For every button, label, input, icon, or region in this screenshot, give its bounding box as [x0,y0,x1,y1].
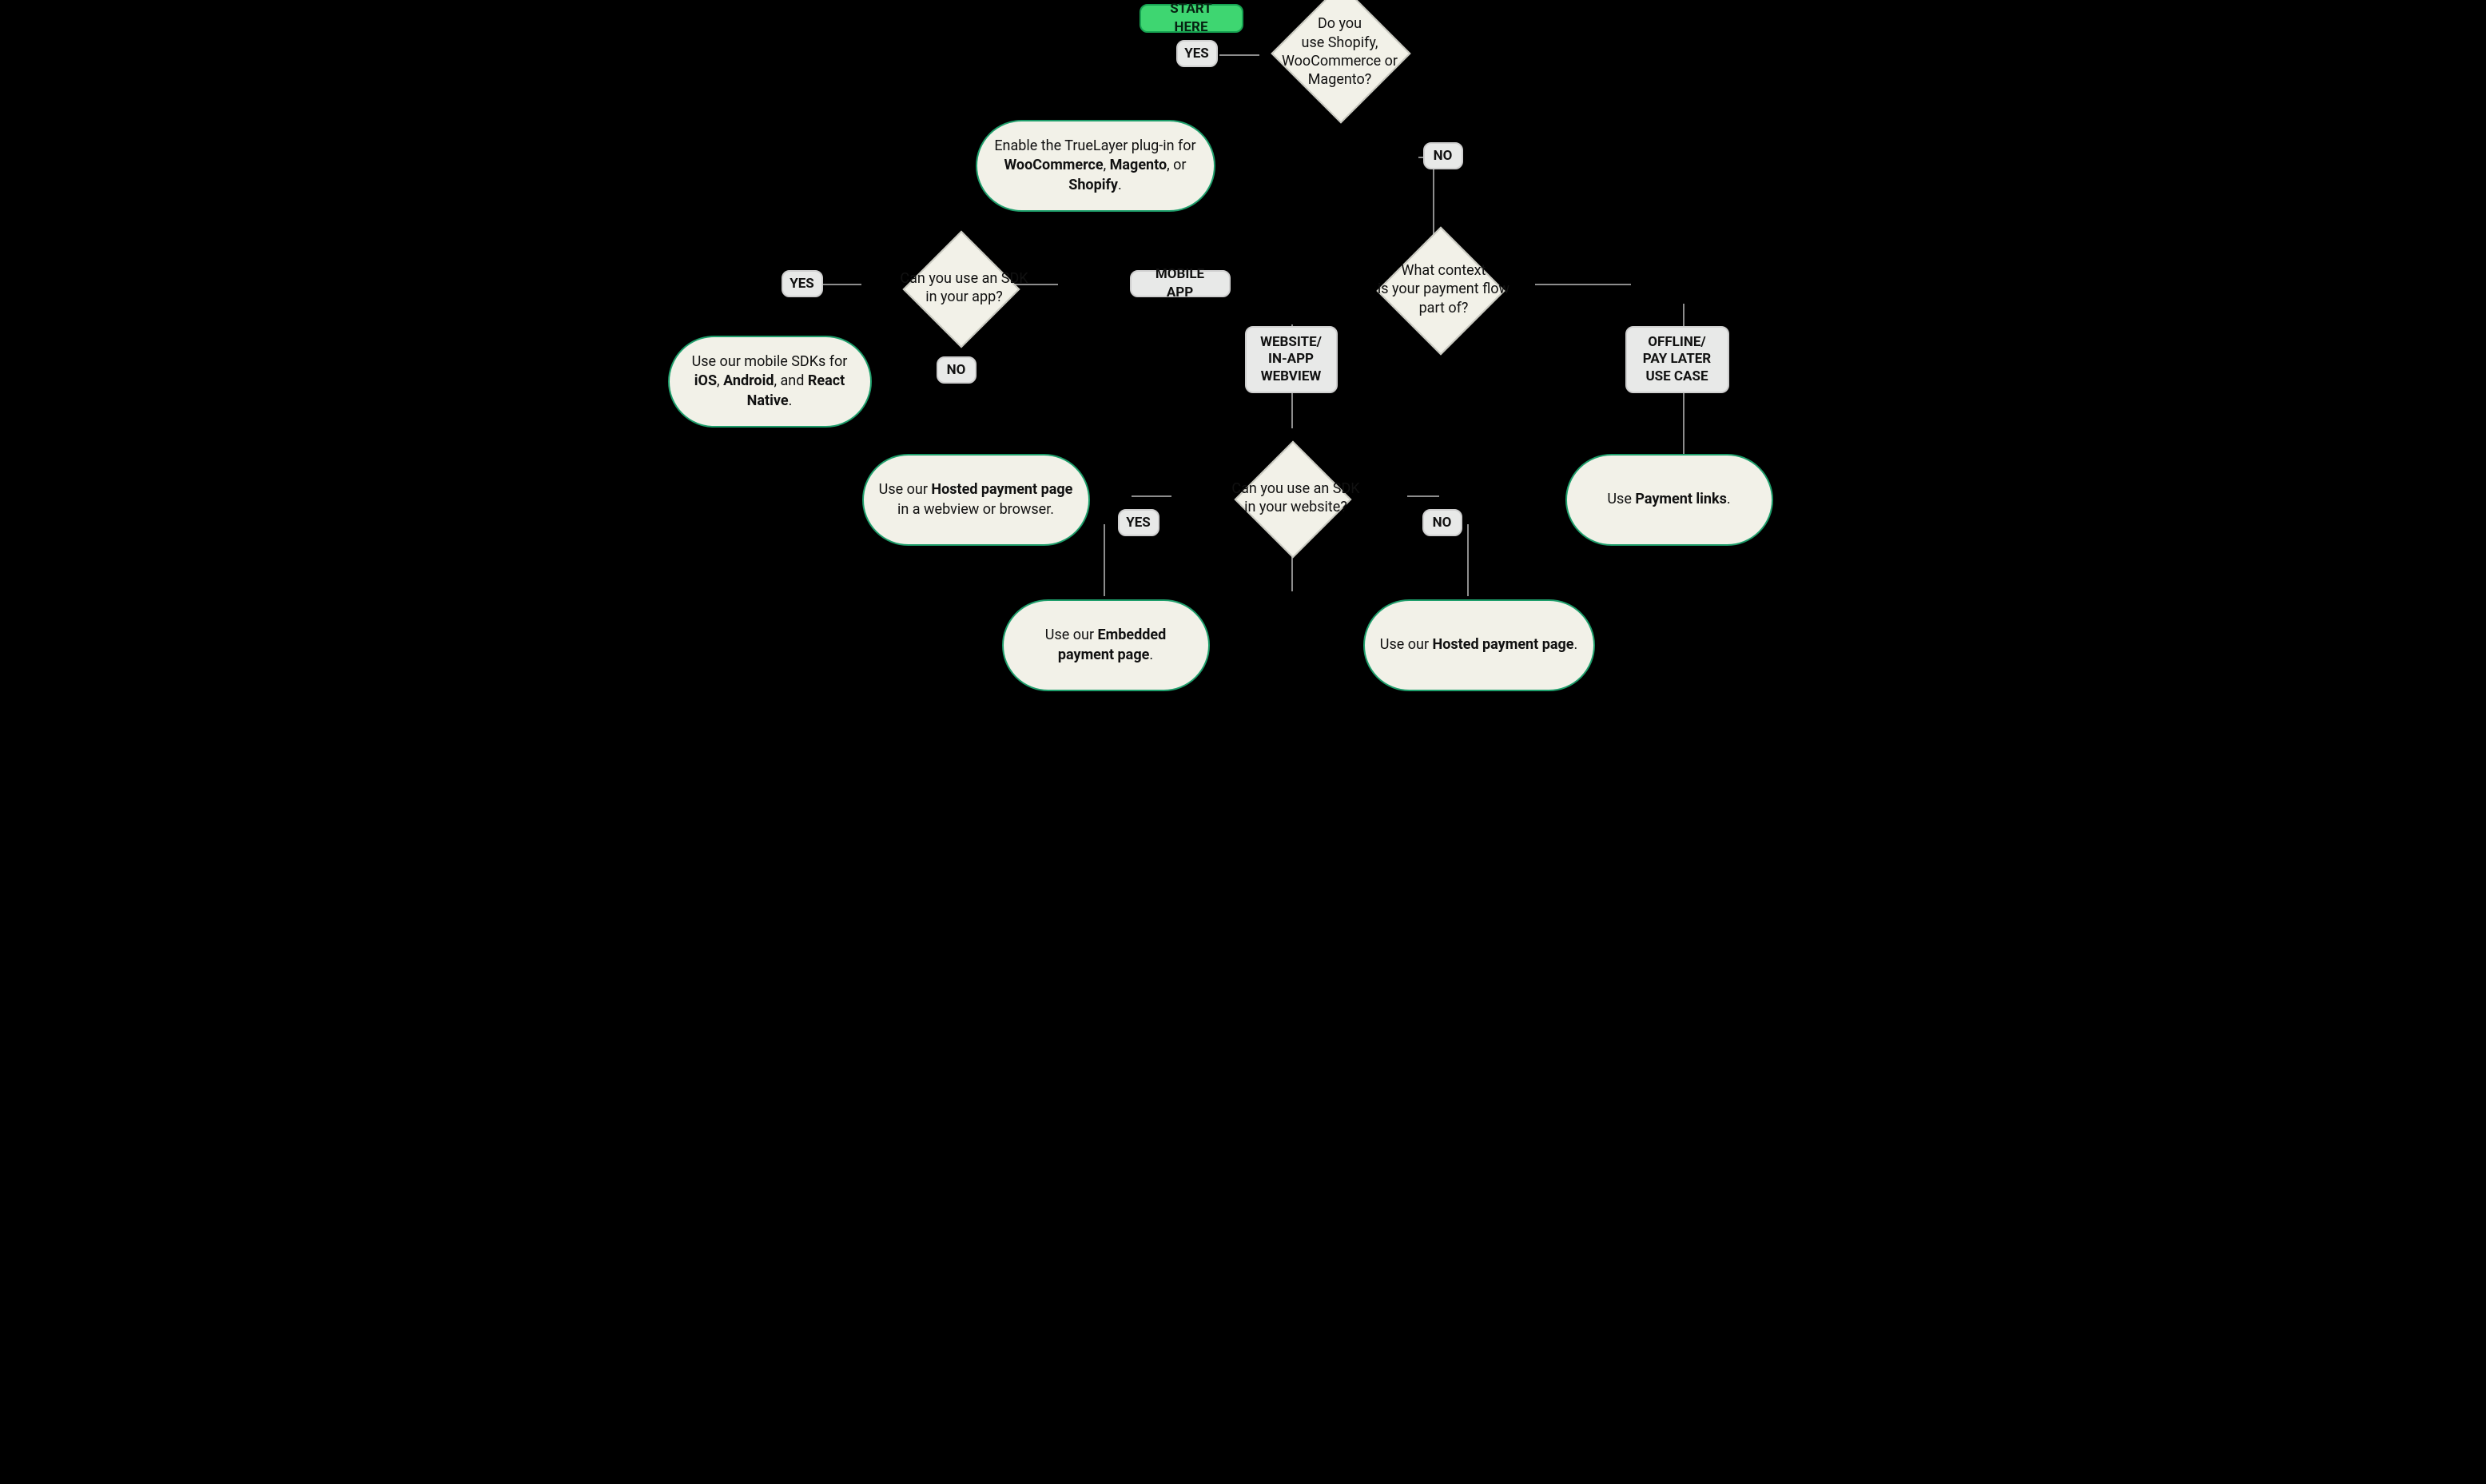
result-plugin: Enable the TrueLayer plug-in for WooComm… [976,120,1215,212]
answer-no-sdkweb: NO [1422,509,1462,536]
answer-website-webview: WEBSITE/ IN-APP WEBVIEW [1245,326,1338,393]
result-hpp-webview: Use our Hosted payment page in a webview… [862,454,1090,546]
result-embedded-text: Use our Embedded payment page. [1018,626,1194,665]
answer-mobile-app: MOBILE APP [1130,270,1231,297]
decision-sdk-web: Can you use an SDK in your website? [1183,446,1399,550]
answer-yes-shopify: YES [1176,40,1218,67]
result-embedded: Use our Embedded payment page. [1002,599,1210,691]
decision-shopify: Do you use Shopify, WooCommerce or Magen… [1251,0,1419,116]
result-hpp: Use our Hosted payment page. [1363,599,1595,691]
answer-yes-sdkapp: YES [782,270,823,297]
answer-offline: OFFLINE/ PAY LATER USE CASE [1625,326,1729,393]
result-plugin-text: Enable the TrueLayer plug-in for WooComm… [992,137,1199,195]
answer-no-shopify: NO [1423,142,1463,169]
answer-no-sdkapp: NO [937,356,977,384]
result-hpp-text: Use our Hosted payment page. [1380,635,1577,654]
result-payment-links: Use Payment links. [1565,454,1773,546]
decision-context: What context is your payment flow part o… [1327,233,1551,345]
decision-sdk-app: Can you use an SDK in your app? [856,236,1064,340]
result-payment-links-text: Use Payment links. [1607,490,1730,509]
start-here-pill: START HERE [1140,4,1243,33]
result-hpp-webview-text: Use our Hosted payment page in a webview… [878,480,1074,519]
result-mobile-sdk: Use our mobile SDKs for iOS, Android, an… [668,336,872,428]
start-label: START HERE [1155,0,1227,37]
answer-yes-sdkweb: YES [1118,509,1159,536]
result-mobile-sdk-text: Use our mobile SDKs for iOS, Android, an… [684,352,856,411]
